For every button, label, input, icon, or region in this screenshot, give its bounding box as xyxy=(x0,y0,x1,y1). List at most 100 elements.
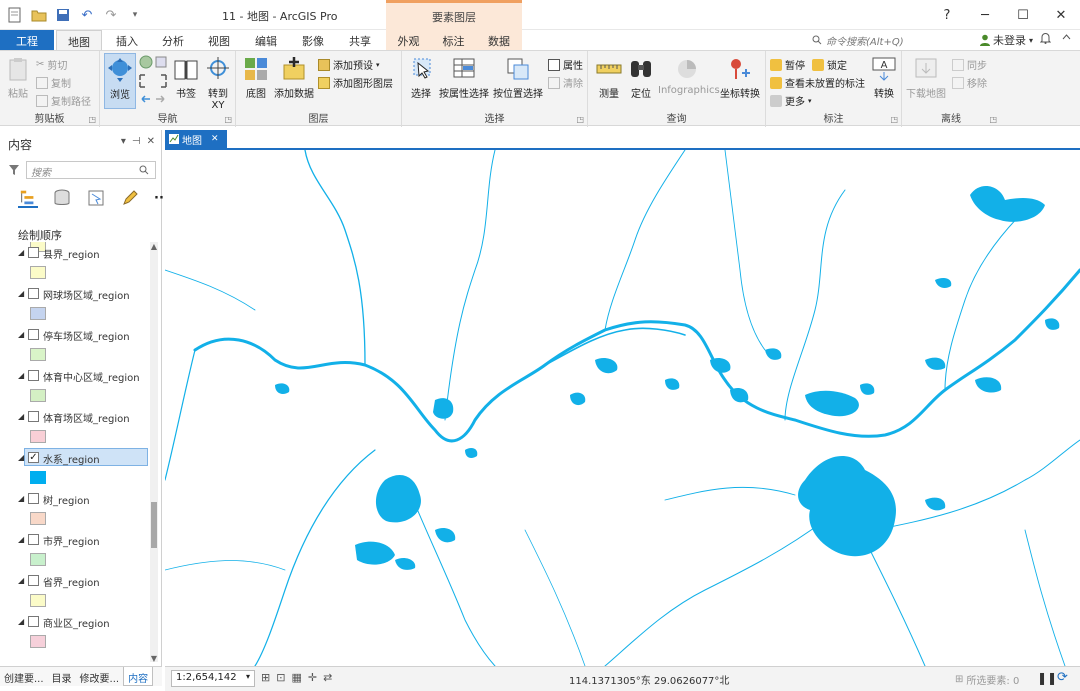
tab-labeling[interactable]: 标注 xyxy=(431,30,476,50)
expand-triangle-icon[interactable]: ◢ xyxy=(18,576,24,585)
help-button[interactable]: ? xyxy=(928,0,966,30)
scrollbar-thumb[interactable] xyxy=(151,502,157,548)
layer-visibility-checkbox[interactable] xyxy=(28,575,39,586)
layer-item[interactable]: ◢ 市界_region xyxy=(0,529,150,570)
tab-share[interactable]: 共享 xyxy=(337,30,383,50)
unplaced-labels-button[interactable]: 查看未放置的标注 xyxy=(770,75,865,90)
expand-triangle-icon[interactable]: ◢ xyxy=(18,289,24,298)
contents-search-input[interactable]: 搜索 xyxy=(26,161,156,179)
tab-view[interactable]: 视图 xyxy=(196,30,242,50)
new-project-icon[interactable] xyxy=(6,6,24,24)
data-source-icon[interactable] xyxy=(52,188,72,208)
scroll-up-arrow[interactable]: ▲ xyxy=(150,242,158,251)
pin-icon[interactable]: ⊣ xyxy=(132,136,141,147)
selection-view-icon[interactable] xyxy=(86,188,106,208)
draw-order-icon[interactable] xyxy=(18,188,38,208)
scale-selector[interactable]: 1:2,654,142 ▾ xyxy=(171,670,255,687)
minimize-button[interactable]: ─ xyxy=(966,0,1004,30)
tab-catalog[interactable]: 目录 xyxy=(48,667,76,686)
launcher-icon[interactable]: ◳ xyxy=(88,115,96,124)
pause-labeling-button[interactable]: 暂停 xyxy=(770,57,805,72)
refresh-icon[interactable]: ⟳ xyxy=(1057,670,1068,685)
tab-contents[interactable]: 内容 xyxy=(123,667,154,686)
tab-appearance[interactable]: 外观 xyxy=(386,30,431,50)
layer-visibility-checkbox[interactable]: ✓ xyxy=(28,452,39,463)
save-icon[interactable] xyxy=(54,6,72,24)
basemap-button[interactable]: 底图 xyxy=(242,55,270,100)
redo-icon[interactable]: ↷ xyxy=(102,6,120,24)
layer-symbol-swatch[interactable] xyxy=(30,430,46,443)
close-button[interactable]: ✕ xyxy=(1042,0,1080,30)
close-icon[interactable]: ✕ xyxy=(211,134,219,144)
layer-item[interactable]: ◢ 网球场区域_region xyxy=(0,283,150,324)
layer-visibility-checkbox[interactable] xyxy=(28,534,39,545)
expand-triangle-icon[interactable]: ◢ xyxy=(18,453,24,462)
download-map-button[interactable]: 下载地图 xyxy=(906,55,946,100)
layer-item[interactable]: ◢ 体育中心区域_region xyxy=(0,365,150,406)
add-preset-button[interactable]: 添加预设 ▾ xyxy=(318,57,380,72)
attributes-button[interactable]: 属性 xyxy=(548,57,583,72)
launcher-icon[interactable]: ◳ xyxy=(989,115,997,124)
layer-item[interactable]: ◢ 体育场区域_region xyxy=(0,406,150,447)
lock-labels-button[interactable]: 锁定 xyxy=(812,57,847,72)
coordinate-conversion-button[interactable]: 坐标转换 xyxy=(718,55,762,100)
layer-symbol-swatch[interactable] xyxy=(30,266,46,279)
layer-symbol-swatch[interactable] xyxy=(30,348,46,361)
expand-triangle-icon[interactable]: ◢ xyxy=(18,330,24,339)
pause-drawing-button[interactable]: ❚❚ xyxy=(1037,671,1057,685)
select-button[interactable]: 选择 xyxy=(408,55,434,100)
notifications-bell-icon[interactable] xyxy=(1039,32,1052,47)
layer-item[interactable]: ◢ 树_region xyxy=(0,488,150,529)
layer-visibility-checkbox[interactable] xyxy=(28,329,39,340)
more-labeling-button[interactable]: 更多 ▾ xyxy=(770,93,812,108)
layer-visibility-checkbox[interactable] xyxy=(28,616,39,627)
remove-offline-button[interactable]: 移除 xyxy=(952,75,987,90)
expand-triangle-icon[interactable]: ◢ xyxy=(18,371,24,380)
add-graphics-layer-button[interactable]: 添加图形图层 xyxy=(318,75,393,90)
layer-visibility-checkbox[interactable] xyxy=(28,247,39,258)
tab-data[interactable]: 数据 xyxy=(476,30,522,50)
tab-insert[interactable]: 插入 xyxy=(104,30,150,50)
layer-visibility-checkbox[interactable] xyxy=(28,288,39,299)
cut-button[interactable]: ✂ 剪切 xyxy=(36,57,67,72)
infographics-button[interactable]: Infographics xyxy=(658,55,720,96)
tab-analysis[interactable]: 分析 xyxy=(150,30,196,50)
navigator-icon[interactable]: ⇄ xyxy=(323,671,332,684)
launcher-icon[interactable]: ◳ xyxy=(576,115,584,124)
explore-button[interactable]: 浏览 xyxy=(104,53,136,109)
expand-triangle-icon[interactable]: ◢ xyxy=(18,617,24,626)
layer-visibility-checkbox[interactable] xyxy=(28,411,39,422)
contents-scrollbar[interactable] xyxy=(150,242,158,662)
clear-selection-button[interactable]: 清除 xyxy=(548,75,583,90)
tab-create-features[interactable]: 创建要... xyxy=(0,667,48,686)
select-by-attribute-button[interactable]: 按属性选择 xyxy=(438,55,490,100)
select-by-location-button[interactable]: 按位置选择 xyxy=(492,55,544,100)
sync-button[interactable]: 同步 xyxy=(952,57,987,72)
maximize-button[interactable]: ☐ xyxy=(1004,0,1042,30)
undo-icon[interactable]: ↶ xyxy=(78,6,96,24)
scroll-down-arrow[interactable]: ▼ xyxy=(150,654,158,663)
crosshair-icon[interactable]: ✛ xyxy=(308,671,317,684)
layer-item[interactable]: ◢ 省界_region xyxy=(0,570,150,611)
launcher-icon[interactable]: ◳ xyxy=(224,115,232,124)
map-canvas[interactable] xyxy=(165,150,1080,666)
layer-symbol-swatch[interactable] xyxy=(30,307,46,320)
tab-project[interactable]: 工程 xyxy=(0,30,54,50)
measure-button[interactable]: 测量 xyxy=(594,55,624,100)
close-icon[interactable]: ✕ xyxy=(147,136,155,147)
tab-map-view[interactable]: 地图 ✕ xyxy=(165,130,227,148)
layer-item[interactable]: ◢ ✓ 水系_region xyxy=(0,447,150,488)
expand-triangle-icon[interactable]: ◢ xyxy=(18,412,24,421)
layer-item[interactable]: ◢ 商业区_region xyxy=(0,611,150,652)
collapse-ribbon-icon[interactable] xyxy=(1062,32,1071,43)
layer-item[interactable]: ◢ 停车场区域_region xyxy=(0,324,150,365)
pencil-icon[interactable] xyxy=(120,188,140,208)
expand-triangle-icon[interactable]: ◢ xyxy=(18,494,24,503)
tab-map[interactable]: 地图 xyxy=(56,30,102,51)
paste-button[interactable]: 粘贴 xyxy=(4,55,32,100)
layer-symbol-swatch[interactable] xyxy=(30,471,46,484)
goto-xy-button[interactable]: 转到 XY xyxy=(204,55,232,111)
tab-modify-features[interactable]: 修改要... xyxy=(76,667,124,686)
table-icon[interactable]: ▦ xyxy=(291,671,301,684)
customize-qat-icon[interactable]: ▾ xyxy=(126,6,144,24)
